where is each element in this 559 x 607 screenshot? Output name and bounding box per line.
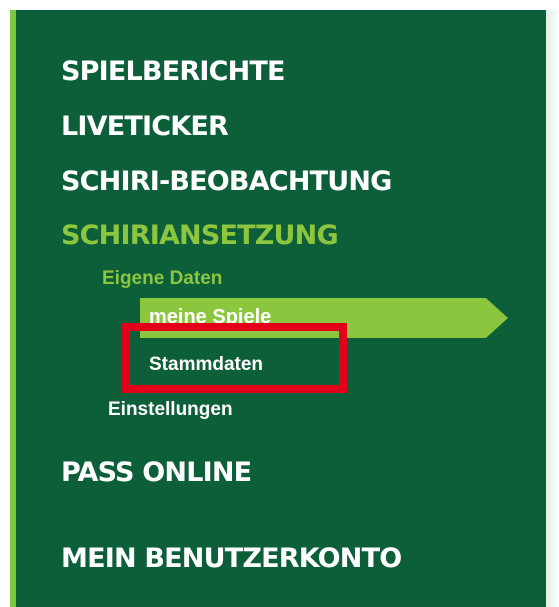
submenu-item-einstellungen[interactable]: Einstellungen bbox=[108, 399, 233, 421]
submenu-item-stammdaten[interactable]: Stammdaten bbox=[149, 354, 263, 376]
menu-item-schiri-beobachtung[interactable]: SCHIRI-BEOBACHTUNG bbox=[61, 166, 392, 197]
submenu-heading-eigene-daten[interactable]: Eigene Daten bbox=[102, 268, 222, 290]
menu-item-schiriansetzung[interactable]: SCHIRIANSETZUNG bbox=[61, 220, 339, 251]
submenu-item-meine-spiele-label: meine Spiele bbox=[149, 306, 272, 328]
navigation-panel: SPIELBERICHTE LIVETICKER SCHIRI-BEOBACHT… bbox=[10, 10, 559, 607]
submenu-item-meine-spiele[interactable]: meine Spiele bbox=[140, 298, 508, 338]
left-edge bbox=[0, 0, 10, 607]
menu-item-spielberichte[interactable]: SPIELBERICHTE bbox=[61, 56, 285, 87]
menu-item-liveticker[interactable]: LIVETICKER bbox=[61, 111, 229, 142]
menu-item-pass-online[interactable]: PASS ONLINE bbox=[61, 457, 252, 488]
menu-item-mein-benutzerkonto[interactable]: MEIN BENUTZERKONTO bbox=[61, 543, 402, 574]
